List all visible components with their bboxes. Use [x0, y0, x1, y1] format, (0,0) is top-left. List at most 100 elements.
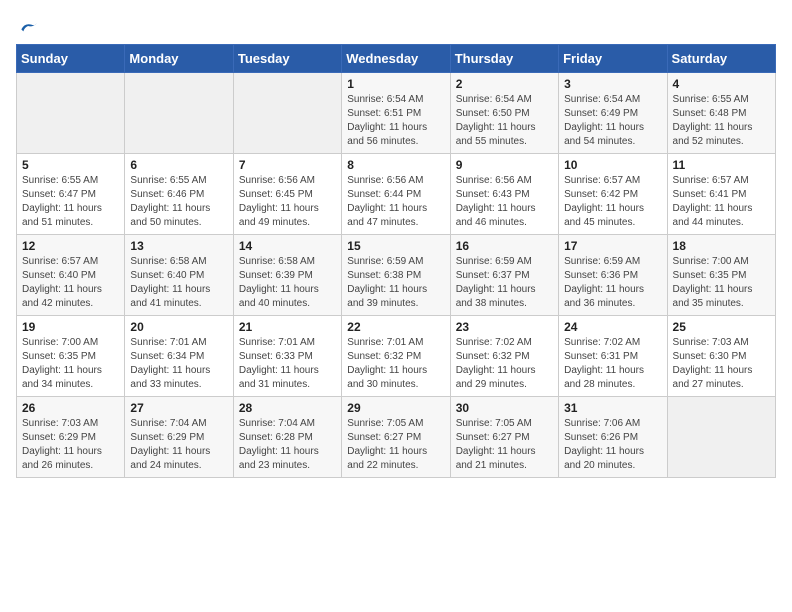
calendar-header-sunday: Sunday — [17, 45, 125, 73]
day-info: Sunrise: 6:54 AM Sunset: 6:51 PM Dayligh… — [347, 93, 444, 149]
calendar-header-wednesday: Wednesday — [342, 45, 450, 73]
calendar-week-row: 5 Sunrise: 6:55 AM Sunset: 6:47 PM Daylig… — [17, 154, 776, 235]
calendar-cell: 18Sunrise: 7:00 AM Sunset: 6:35 PM Dayli… — [667, 235, 775, 316]
day-info: Sunrise: 6:55 AM Sunset: 6:46 PM Dayligh… — [130, 174, 227, 230]
calendar-header-friday: Friday — [559, 45, 667, 73]
calendar-cell: 4Sunrise: 6:55 AM Sunset: 6:48 PM Daylig… — [667, 73, 775, 154]
calendar-cell: 24 Sunrise: 7:02 AM Sunset: 6:31 PM Dayli… — [559, 316, 667, 397]
calendar-week-row: 1 Sunrise: 6:54 AM Sunset: 6:51 PM Daylig… — [17, 73, 776, 154]
day-number: 11 — [673, 158, 770, 172]
calendar-cell: 3 Sunrise: 6:54 AM Sunset: 6:49 PM Daylig… — [559, 73, 667, 154]
calendar-week-row: 19 Sunrise: 7:00 AM Sunset: 6:35 PM Dayli… — [17, 316, 776, 397]
day-info: Sunrise: 6:54 AM Sunset: 6:50 PM Dayligh… — [456, 93, 553, 149]
day-number: 27 — [130, 401, 227, 415]
day-info: Sunrise: 7:02 AM Sunset: 6:32 PM Dayligh… — [456, 336, 553, 392]
day-info: Sunrise: 6:56 AM Sunset: 6:43 PM Dayligh… — [456, 174, 553, 230]
day-info: Sunrise: 7:02 AM Sunset: 6:31 PM Dayligh… — [564, 336, 661, 392]
day-number: 25 — [673, 320, 770, 334]
day-info: Sunrise: 6:57 AM Sunset: 6:42 PM Dayligh… — [564, 174, 661, 230]
day-number: 8 — [347, 158, 444, 172]
day-number: 10 — [564, 158, 661, 172]
calendar-cell — [667, 397, 775, 478]
day-info: Sunrise: 7:05 AM Sunset: 6:27 PM Dayligh… — [347, 417, 444, 473]
day-number: 17 — [564, 239, 661, 253]
day-info: Sunrise: 7:05 AM Sunset: 6:27 PM Dayligh… — [456, 417, 553, 473]
calendar-cell: 19 Sunrise: 7:00 AM Sunset: 6:35 PM Dayli… — [17, 316, 125, 397]
day-number: 19 — [22, 320, 119, 334]
calendar-week-row: 26Sunrise: 7:03 AM Sunset: 6:29 PM Dayli… — [17, 397, 776, 478]
day-info: Sunrise: 7:01 AM Sunset: 6:34 PM Dayligh… — [130, 336, 227, 392]
day-info: Sunrise: 7:01 AM Sunset: 6:32 PM Dayligh… — [347, 336, 444, 392]
calendar-header-row: SundayMondayTuesdayWednesdayThursdayFrid… — [17, 45, 776, 73]
day-number: 14 — [239, 239, 336, 253]
calendar-cell: 12 Sunrise: 6:57 AM Sunset: 6:40 PM Dayli… — [17, 235, 125, 316]
day-info: Sunrise: 6:59 AM Sunset: 6:38 PM Dayligh… — [347, 255, 444, 311]
calendar-cell: 8 Sunrise: 6:56 AM Sunset: 6:44 PM Daylig… — [342, 154, 450, 235]
calendar-header-monday: Monday — [125, 45, 233, 73]
day-number: 26 — [22, 401, 119, 415]
calendar-cell: 20 Sunrise: 7:01 AM Sunset: 6:34 PM Dayli… — [125, 316, 233, 397]
calendar-cell: 6 Sunrise: 6:55 AM Sunset: 6:46 PM Daylig… — [125, 154, 233, 235]
calendar-cell: 25Sunrise: 7:03 AM Sunset: 6:30 PM Dayli… — [667, 316, 775, 397]
calendar-cell: 27 Sunrise: 7:04 AM Sunset: 6:29 PM Dayli… — [125, 397, 233, 478]
day-number: 22 — [347, 320, 444, 334]
calendar-cell — [17, 73, 125, 154]
day-number: 1 — [347, 77, 444, 91]
day-info: Sunrise: 6:59 AM Sunset: 6:37 PM Dayligh… — [456, 255, 553, 311]
calendar-cell: 9 Sunrise: 6:56 AM Sunset: 6:43 PM Daylig… — [450, 154, 558, 235]
day-number: 9 — [456, 158, 553, 172]
calendar-table: SundayMondayTuesdayWednesdayThursdayFrid… — [16, 44, 776, 478]
calendar-header-tuesday: Tuesday — [233, 45, 341, 73]
calendar-cell: 29 Sunrise: 7:05 AM Sunset: 6:27 PM Dayli… — [342, 397, 450, 478]
calendar-cell: 7Sunrise: 6:56 AM Sunset: 6:45 PM Daylig… — [233, 154, 341, 235]
calendar-cell: 30 Sunrise: 7:05 AM Sunset: 6:27 PM Dayli… — [450, 397, 558, 478]
calendar-header-saturday: Saturday — [667, 45, 775, 73]
day-number: 30 — [456, 401, 553, 415]
day-info: Sunrise: 6:54 AM Sunset: 6:49 PM Dayligh… — [564, 93, 661, 149]
calendar-cell: 14 Sunrise: 6:58 AM Sunset: 6:39 PM Dayli… — [233, 235, 341, 316]
calendar-cell — [233, 73, 341, 154]
day-number: 29 — [347, 401, 444, 415]
calendar-cell: 1 Sunrise: 6:54 AM Sunset: 6:51 PM Daylig… — [342, 73, 450, 154]
day-number: 3 — [564, 77, 661, 91]
calendar-cell: 10 Sunrise: 6:57 AM Sunset: 6:42 PM Dayli… — [559, 154, 667, 235]
day-info: Sunrise: 6:57 AM Sunset: 6:40 PM Dayligh… — [22, 255, 119, 311]
day-number: 23 — [456, 320, 553, 334]
day-info: Sunrise: 7:04 AM Sunset: 6:29 PM Dayligh… — [130, 417, 227, 473]
day-info: Sunrise: 6:58 AM Sunset: 6:40 PM Dayligh… — [130, 255, 227, 311]
day-info: Sunrise: 6:55 AM Sunset: 6:48 PM Dayligh… — [673, 93, 770, 149]
day-info: Sunrise: 7:01 AM Sunset: 6:33 PM Dayligh… — [239, 336, 336, 392]
day-number: 20 — [130, 320, 227, 334]
day-info: Sunrise: 7:00 AM Sunset: 6:35 PM Dayligh… — [22, 336, 119, 392]
day-number: 15 — [347, 239, 444, 253]
day-number: 2 — [456, 77, 553, 91]
day-number: 12 — [22, 239, 119, 253]
day-number: 16 — [456, 239, 553, 253]
page-header — [16, 16, 776, 36]
day-number: 21 — [239, 320, 336, 334]
calendar-cell: 28Sunrise: 7:04 AM Sunset: 6:28 PM Dayli… — [233, 397, 341, 478]
calendar-cell — [125, 73, 233, 154]
calendar-cell: 17 Sunrise: 6:59 AM Sunset: 6:36 PM Dayli… — [559, 235, 667, 316]
calendar-cell: 26Sunrise: 7:03 AM Sunset: 6:29 PM Dayli… — [17, 397, 125, 478]
day-info: Sunrise: 6:56 AM Sunset: 6:44 PM Dayligh… — [347, 174, 444, 230]
logo — [16, 16, 38, 36]
day-info: Sunrise: 7:00 AM Sunset: 6:35 PM Dayligh… — [673, 255, 770, 311]
day-info: Sunrise: 6:55 AM Sunset: 6:47 PM Dayligh… — [22, 174, 119, 230]
calendar-cell: 15 Sunrise: 6:59 AM Sunset: 6:38 PM Dayli… — [342, 235, 450, 316]
day-number: 28 — [239, 401, 336, 415]
calendar-cell: 22 Sunrise: 7:01 AM Sunset: 6:32 PM Dayli… — [342, 316, 450, 397]
logo-bird-icon — [18, 16, 38, 36]
day-info: Sunrise: 7:06 AM Sunset: 6:26 PM Dayligh… — [564, 417, 661, 473]
day-info: Sunrise: 6:58 AM Sunset: 6:39 PM Dayligh… — [239, 255, 336, 311]
calendar-week-row: 12 Sunrise: 6:57 AM Sunset: 6:40 PM Dayli… — [17, 235, 776, 316]
day-info: Sunrise: 6:59 AM Sunset: 6:36 PM Dayligh… — [564, 255, 661, 311]
day-number: 6 — [130, 158, 227, 172]
day-number: 5 — [22, 158, 119, 172]
calendar-header-thursday: Thursday — [450, 45, 558, 73]
calendar-cell: 31Sunrise: 7:06 AM Sunset: 6:26 PM Dayli… — [559, 397, 667, 478]
day-number: 24 — [564, 320, 661, 334]
calendar-cell: 2 Sunrise: 6:54 AM Sunset: 6:50 PM Daylig… — [450, 73, 558, 154]
calendar-cell: 16 Sunrise: 6:59 AM Sunset: 6:37 PM Dayli… — [450, 235, 558, 316]
day-info: Sunrise: 6:56 AM Sunset: 6:45 PM Dayligh… — [239, 174, 336, 230]
